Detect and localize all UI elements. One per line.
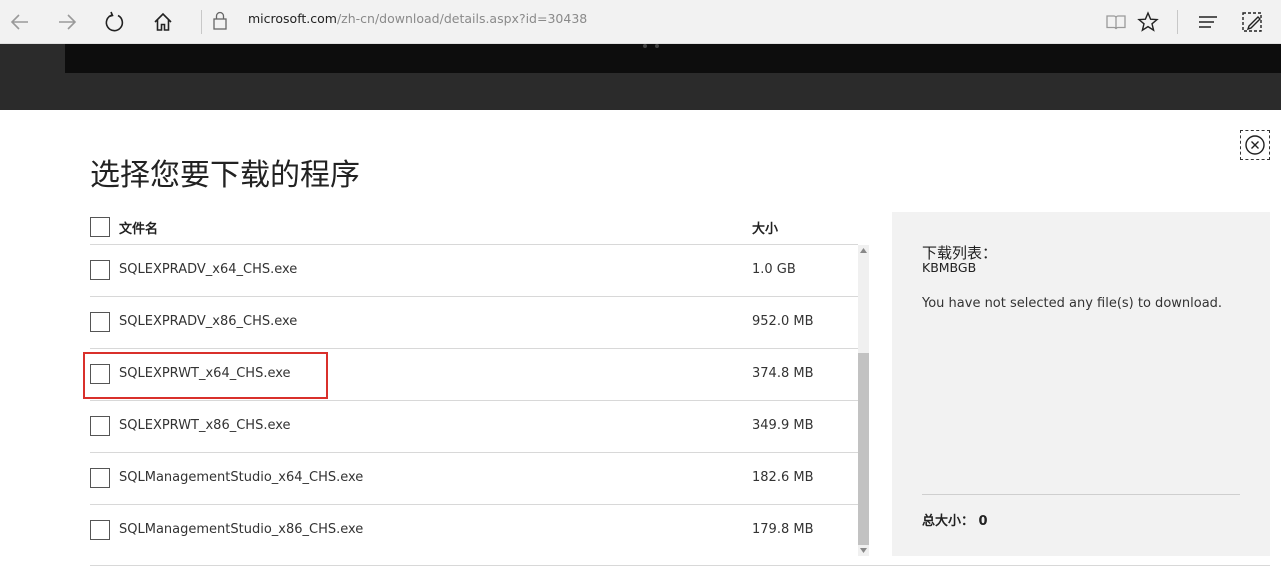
close-dialog-button[interactable] bbox=[1240, 130, 1270, 160]
file-size: 952.0 MB bbox=[752, 314, 814, 329]
total-size-value: 0 bbox=[978, 514, 988, 529]
file-checkbox[interactable] bbox=[90, 520, 110, 540]
total-size-label: 总大小： bbox=[922, 514, 975, 529]
file-row[interactable]: SQLManagementStudio_x86_CHS.exe 179.8 MB bbox=[90, 505, 858, 556]
summary-message: You have not selected any file(s) to dow… bbox=[922, 296, 1223, 311]
toolbar-separator bbox=[1177, 10, 1178, 34]
file-checkbox[interactable] bbox=[90, 416, 110, 436]
file-list: SQLEXPRADV_x64_CHS.exe 1.0 GB SQLEXPRADV… bbox=[90, 245, 858, 556]
file-row[interactable]: SQLEXPRWT_x86_CHS.exe 349.9 MB bbox=[90, 401, 858, 453]
file-size: 349.9 MB bbox=[752, 418, 814, 433]
column-header-size: 大小 bbox=[752, 222, 779, 237]
scroll-down-arrow[interactable] bbox=[858, 545, 869, 556]
total-size: 总大小： 0 bbox=[922, 510, 988, 529]
refresh-button[interactable] bbox=[99, 6, 131, 38]
file-row[interactable]: SQLManagementStudio_x64_CHS.exe 182.6 MB bbox=[90, 453, 858, 505]
web-note-icon bbox=[1242, 12, 1262, 32]
book-icon bbox=[1106, 15, 1126, 30]
dialog-title: 选择您要下载的程序 bbox=[90, 158, 360, 193]
url-host: microsoft.com bbox=[248, 11, 337, 26]
arrow-left-icon bbox=[10, 14, 28, 30]
file-name: SQLManagementStudio_x86_CHS.exe bbox=[119, 522, 364, 537]
url-path: /zh-cn/download/details.aspx?id=30438 bbox=[336, 11, 588, 26]
web-note-button[interactable] bbox=[1236, 6, 1268, 38]
star-icon bbox=[1137, 11, 1159, 32]
column-header-name: 文件名 bbox=[119, 222, 159, 237]
refresh-icon bbox=[105, 11, 124, 32]
file-name: SQLEXPRWT_x86_CHS.exe bbox=[119, 418, 291, 433]
dialog-bottom-divider bbox=[90, 565, 1270, 566]
file-name: SQLEXPRADV_x64_CHS.exe bbox=[119, 262, 298, 277]
file-name: SQLManagementStudio_x64_CHS.exe bbox=[119, 470, 364, 485]
video-strip bbox=[65, 44, 1281, 73]
highlight-annotation bbox=[83, 352, 328, 399]
summary-subtitle: KBMBGB bbox=[922, 260, 977, 275]
file-size: 1.0 GB bbox=[752, 262, 796, 277]
file-size: 374.8 MB bbox=[752, 366, 814, 381]
home-icon bbox=[154, 12, 172, 31]
home-button[interactable] bbox=[147, 6, 179, 38]
select-all-checkbox[interactable] bbox=[90, 217, 110, 237]
browser-toolbar: microsoft.com/zh-cn/download/details.asp… bbox=[0, 0, 1281, 44]
scrollbar-thumb[interactable] bbox=[858, 353, 869, 545]
file-name: SQLEXPRADV_x86_CHS.exe bbox=[119, 314, 298, 329]
back-button[interactable] bbox=[4, 6, 36, 38]
forward-button[interactable] bbox=[51, 6, 83, 38]
file-size: 182.6 MB bbox=[752, 470, 814, 485]
file-row[interactable]: SQLEXPRADV_x86_CHS.exe 952.0 MB bbox=[90, 297, 858, 349]
summary-divider bbox=[922, 494, 1240, 495]
file-checkbox[interactable] bbox=[90, 468, 110, 488]
file-checkbox[interactable] bbox=[90, 260, 110, 280]
file-checkbox[interactable] bbox=[90, 312, 110, 332]
close-circle-icon bbox=[1245, 135, 1265, 155]
address-bar[interactable]: microsoft.com/zh-cn/download/details.asp… bbox=[248, 11, 587, 26]
caret-down-icon bbox=[860, 548, 867, 553]
favorite-button[interactable] bbox=[1132, 6, 1164, 38]
file-list-header: 文件名 大小 bbox=[90, 216, 858, 245]
reading-view-button[interactable] bbox=[1100, 6, 1132, 38]
scroll-up-arrow[interactable] bbox=[858, 245, 869, 256]
hub-button[interactable] bbox=[1192, 6, 1224, 38]
hub-icon bbox=[1199, 16, 1217, 28]
file-row[interactable]: SQLEXPRADV_x64_CHS.exe 1.0 GB bbox=[90, 245, 858, 297]
lock-icon bbox=[210, 9, 230, 33]
caret-up-icon bbox=[860, 248, 867, 253]
address-separator bbox=[201, 10, 202, 34]
file-list-scrollbar[interactable] bbox=[858, 245, 869, 556]
download-summary-panel: 下载列表： KBMBGB You have not selected any f… bbox=[892, 212, 1270, 556]
file-size: 179.8 MB bbox=[752, 522, 814, 537]
arrow-right-icon bbox=[59, 14, 77, 30]
page-backdrop bbox=[0, 44, 1281, 110]
